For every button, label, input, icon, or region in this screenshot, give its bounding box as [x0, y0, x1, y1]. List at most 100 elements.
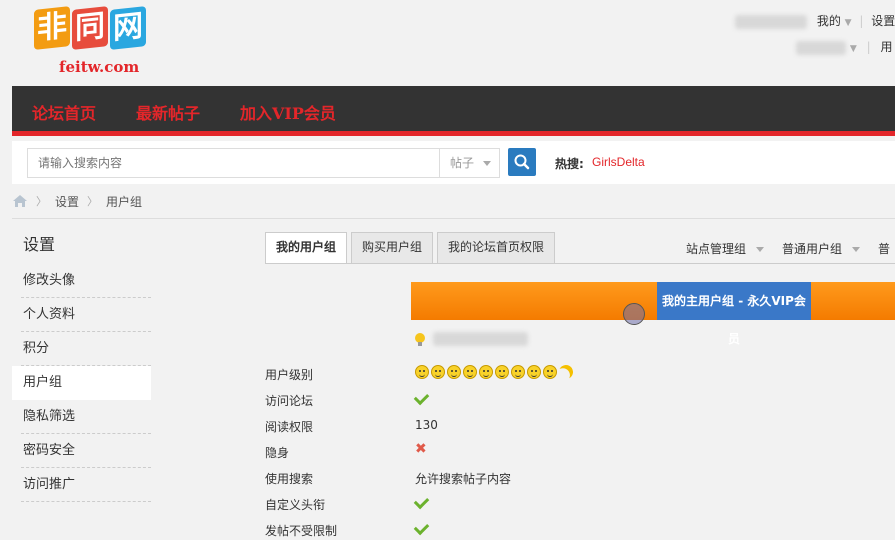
prop-label-visit-forum: 访问论坛	[265, 394, 314, 408]
tab-label: 站点管理组	[686, 242, 747, 256]
tab-more-group[interactable]: 普	[878, 240, 890, 257]
my-menu-link[interactable]: 我的	[817, 14, 841, 28]
tab-underline	[265, 263, 895, 264]
divider: |	[859, 14, 864, 28]
prop-label-user-level: 用户级别	[265, 368, 314, 382]
check-icon	[413, 519, 430, 536]
blurred-text	[796, 40, 846, 55]
smiley-icon	[495, 364, 509, 379]
sidebar-item-promotion[interactable]: 访问推广	[12, 468, 151, 502]
blurred-text	[433, 332, 528, 346]
top-user-area-2: ▼ | 用	[796, 38, 892, 55]
sidebar-item-label: 修改头像	[23, 273, 76, 288]
usergroup-header-bar: 我的主用户组 - 永久VIP会员	[411, 282, 895, 346]
divider	[21, 501, 151, 502]
chevron-down-icon	[483, 161, 491, 166]
sidebar-item-label: 用户组	[23, 375, 63, 390]
tab-my-usergroup[interactable]: 我的用户组	[265, 232, 348, 264]
tab-homepage-permissions[interactable]: 我的论坛首页权限	[437, 232, 556, 263]
sidebar-item-profile[interactable]: 个人资料	[12, 298, 151, 332]
breadcrumb: 〉 设置 〉 用户组	[12, 192, 142, 210]
nav-latest-posts[interactable]: 最新帖子	[136, 100, 200, 124]
smiley-icon	[479, 364, 493, 379]
prop-value-visit-forum	[413, 389, 430, 406]
sidebar-item-privacy[interactable]: 隐私筛选	[12, 400, 151, 434]
chevron-down-icon	[852, 247, 861, 252]
prop-value-custom-title	[413, 493, 430, 510]
smiley-icon	[511, 364, 525, 379]
chevron-down-icon: ▼	[849, 44, 857, 54]
settings-link[interactable]: 设置	[871, 14, 895, 28]
site-logo[interactable]: 非 同 网 feitw.com	[34, 6, 154, 78]
search-button[interactable]	[508, 148, 536, 176]
smiley-icon	[527, 364, 541, 379]
tab-site-admin-group[interactable]: 站点管理组	[686, 240, 765, 257]
usergroup-tabs: 我的用户组 购买用户组 我的论坛首页权限	[265, 232, 559, 264]
chevron-down-icon	[756, 247, 765, 252]
divider: |	[866, 40, 871, 54]
main-content: 我的用户组 购买用户组 我的论坛首页权限 站点管理组 普通用户组 普 我的主用户…	[152, 218, 895, 540]
sidebar-item-label: 积分	[23, 341, 50, 356]
prop-value-use-search: 允许搜索帖子内容	[415, 472, 512, 486]
breadcrumb-settings[interactable]: 设置	[55, 193, 79, 210]
home-icon[interactable]	[12, 194, 28, 208]
main-usergroup-title: 我的主用户组 - 永久VIP会员	[657, 282, 811, 346]
user-level-stars	[415, 364, 573, 379]
prop-value-post-unlimited	[413, 519, 430, 536]
tab-label: 普	[878, 242, 891, 256]
prop-value-invisible: ✖	[415, 441, 427, 457]
lightbulb-icon	[415, 332, 425, 346]
breadcrumb-separator: 〉	[87, 195, 99, 208]
check-icon	[413, 389, 430, 406]
moon-icon	[557, 363, 575, 381]
search-icon	[514, 154, 530, 170]
prop-label-invisible: 隐身	[265, 446, 290, 460]
settings-sidebar: 设置 修改头像 个人资料 积分 用户组 隐私筛选 密码安全 访问推广	[12, 218, 152, 540]
sidebar-item-label: 访问推广	[23, 477, 76, 492]
smiley-icon	[431, 364, 445, 379]
search-input[interactable]	[27, 148, 440, 178]
group-tip-row	[415, 332, 528, 346]
sidebar-item-label: 隐私筛选	[23, 409, 76, 424]
user-link[interactable]: 用	[880, 40, 892, 54]
prop-label-read-permission: 阅读权限	[265, 420, 314, 434]
prop-value-read-permission: 130	[415, 418, 438, 432]
breadcrumb-usergroup: 用户组	[106, 194, 143, 209]
prop-label-use-search: 使用搜索	[265, 472, 314, 486]
hot-search-link[interactable]: GirlsDelta	[592, 155, 645, 169]
breadcrumb-separator: 〉	[36, 195, 47, 208]
cursor-indicator	[623, 303, 645, 325]
smiley-icon	[447, 364, 461, 379]
sidebar-item-usergroup[interactable]: 用户组	[12, 366, 151, 400]
smiley-icon	[463, 364, 477, 379]
hot-search-label: 热搜:	[555, 157, 584, 171]
chevron-down-icon: ▼	[844, 18, 852, 28]
tab-buy-usergroup[interactable]: 购买用户组	[351, 232, 434, 263]
tab-normal-user-group[interactable]: 普通用户组	[782, 240, 861, 257]
nav-forum-home[interactable]: 论坛首页	[32, 100, 96, 124]
logo-mark: 非 同 网	[34, 6, 154, 50]
search-scope-select[interactable]: 帖子	[439, 148, 500, 178]
sidebar-item-password[interactable]: 密码安全	[12, 434, 151, 468]
tab-label: 普通用户组	[782, 242, 843, 256]
prop-label-post-unlimited: 发帖不受限制	[265, 524, 338, 538]
sidebar-title: 设置	[23, 235, 56, 254]
nav-join-vip[interactable]: 加入VIP会员	[240, 100, 336, 124]
smiley-icon	[543, 364, 557, 379]
main-nav: 论坛首页 最新帖子 加入VIP会员	[12, 86, 895, 136]
logo-url: feitw.com	[59, 58, 140, 76]
top-user-area: 我的 ▼ | 设置 |	[735, 12, 895, 29]
prop-label-custom-title: 自定义头衔	[265, 498, 326, 512]
sidebar-item-credits[interactable]: 积分	[12, 332, 151, 366]
logo-char-1: 非	[34, 6, 70, 50]
check-icon	[413, 493, 430, 510]
smiley-icon	[415, 364, 429, 379]
search-scope-value: 帖子	[450, 156, 475, 170]
logo-char-3: 网	[110, 6, 146, 50]
search-bar: 帖子 热搜: GirlsDelta	[12, 141, 895, 184]
sidebar-item-avatar[interactable]: 修改头像	[12, 264, 151, 298]
sidebar-item-label: 密码安全	[23, 443, 76, 458]
logo-char-2: 同	[72, 6, 108, 50]
cross-icon: ✖	[415, 441, 427, 457]
blurred-username	[735, 14, 807, 29]
